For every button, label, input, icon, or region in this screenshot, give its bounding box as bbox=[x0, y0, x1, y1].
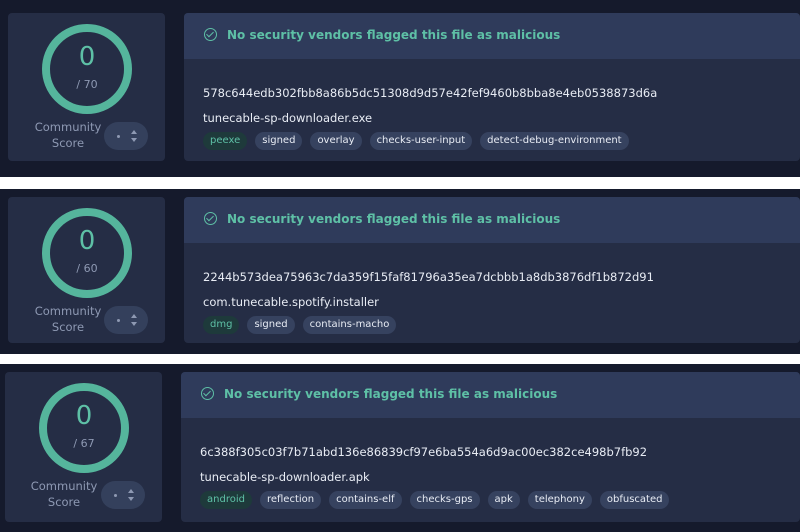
tag-list: peexe signed overlay checks-user-input d… bbox=[203, 132, 629, 150]
detection-score-ring: 0 / 67 bbox=[39, 383, 129, 473]
tag[interactable]: peexe bbox=[203, 132, 248, 150]
tag[interactable]: checks-gps bbox=[409, 491, 480, 509]
upvote-arrow-icon[interactable] bbox=[131, 314, 137, 318]
status-text: No security vendors flagged this file as… bbox=[227, 28, 561, 42]
detection-score-card: 0 / 67 Community Score bbox=[5, 372, 162, 522]
tag[interactable]: overlay bbox=[310, 132, 362, 150]
status-banner: No security vendors flagged this file as… bbox=[184, 197, 800, 243]
tag-list: dmg signed contains-macho bbox=[203, 316, 397, 334]
tag[interactable]: obfuscated bbox=[599, 491, 670, 509]
detection-total: / 60 bbox=[76, 262, 98, 275]
check-circle-icon bbox=[204, 212, 217, 225]
report-panel-1: 0 / 70 Community Score No security vendo… bbox=[0, 0, 800, 177]
tag-list: android reflection contains-elf checks-g… bbox=[200, 491, 670, 509]
detection-score-ring: 0 / 70 bbox=[42, 24, 132, 114]
detection-count: 0 bbox=[78, 226, 96, 256]
detection-count: 0 bbox=[78, 42, 96, 72]
file-hash[interactable]: 578c644edb302fbb8a86b5dc51308d9d57e42fef… bbox=[203, 86, 657, 100]
tag[interactable]: detect-debug-environment bbox=[480, 132, 629, 150]
detection-total: / 70 bbox=[76, 78, 98, 91]
community-score-label: Community Score bbox=[30, 479, 98, 509]
tag[interactable]: signed bbox=[247, 316, 295, 334]
report-panel-3: 0 / 67 Community Score No security vendo… bbox=[0, 364, 800, 532]
vote-dot-icon bbox=[117, 319, 120, 322]
status-banner: No security vendors flagged this file as… bbox=[184, 13, 800, 59]
downvote-arrow-icon[interactable] bbox=[131, 138, 137, 142]
file-name: com.tunecable.spotify.installer bbox=[203, 295, 379, 309]
vote-dot-icon bbox=[117, 135, 120, 138]
vote-dot-icon bbox=[114, 494, 117, 497]
detection-score-card: 0 / 60 Community Score bbox=[8, 197, 165, 343]
detection-score-ring: 0 / 60 bbox=[42, 208, 132, 298]
file-hash[interactable]: 2244b573dea75963c7da359f15faf81796a35ea7… bbox=[203, 270, 654, 284]
tag[interactable]: dmg bbox=[203, 316, 240, 334]
downvote-arrow-icon[interactable] bbox=[128, 497, 134, 501]
file-result-card: No security vendors flagged this file as… bbox=[181, 372, 800, 522]
tag[interactable]: android bbox=[200, 491, 252, 509]
divider bbox=[0, 354, 800, 364]
tag[interactable]: apk bbox=[487, 491, 520, 509]
file-result-card: No security vendors flagged this file as… bbox=[184, 197, 800, 343]
status-text: No security vendors flagged this file as… bbox=[227, 212, 561, 226]
file-name: tunecable-sp-downloader.apk bbox=[200, 470, 370, 484]
file-result-card: No security vendors flagged this file as… bbox=[184, 13, 800, 161]
tag[interactable]: contains-elf bbox=[329, 491, 402, 509]
downvote-arrow-icon[interactable] bbox=[131, 322, 137, 326]
file-hash[interactable]: 6c388f305c03f7b71abd136e86839cf97e6ba554… bbox=[200, 445, 647, 459]
status-text: No security vendors flagged this file as… bbox=[224, 387, 558, 401]
tag[interactable]: signed bbox=[255, 132, 303, 150]
tag[interactable]: checks-user-input bbox=[369, 132, 473, 150]
tag[interactable]: reflection bbox=[259, 491, 322, 509]
report-panel-2: 0 / 60 Community Score No security vendo… bbox=[0, 189, 800, 354]
detection-score-card: 0 / 70 Community Score bbox=[8, 13, 165, 161]
community-vote-stepper[interactable] bbox=[101, 481, 145, 509]
community-vote-stepper[interactable] bbox=[104, 122, 148, 150]
check-circle-icon bbox=[201, 387, 214, 400]
upvote-arrow-icon[interactable] bbox=[128, 489, 134, 493]
tag[interactable]: contains-macho bbox=[302, 316, 397, 334]
file-name: tunecable-sp-downloader.exe bbox=[203, 111, 373, 125]
detection-count: 0 bbox=[75, 401, 93, 431]
tag[interactable]: telephony bbox=[527, 491, 592, 509]
status-banner: No security vendors flagged this file as… bbox=[181, 372, 800, 418]
upvote-arrow-icon[interactable] bbox=[131, 130, 137, 134]
detection-total: / 67 bbox=[73, 437, 95, 450]
community-score-label: Community Score bbox=[34, 304, 102, 334]
community-vote-stepper[interactable] bbox=[104, 306, 148, 334]
check-circle-icon bbox=[204, 28, 217, 41]
divider bbox=[0, 177, 800, 189]
community-score-label: Community Score bbox=[34, 120, 102, 150]
